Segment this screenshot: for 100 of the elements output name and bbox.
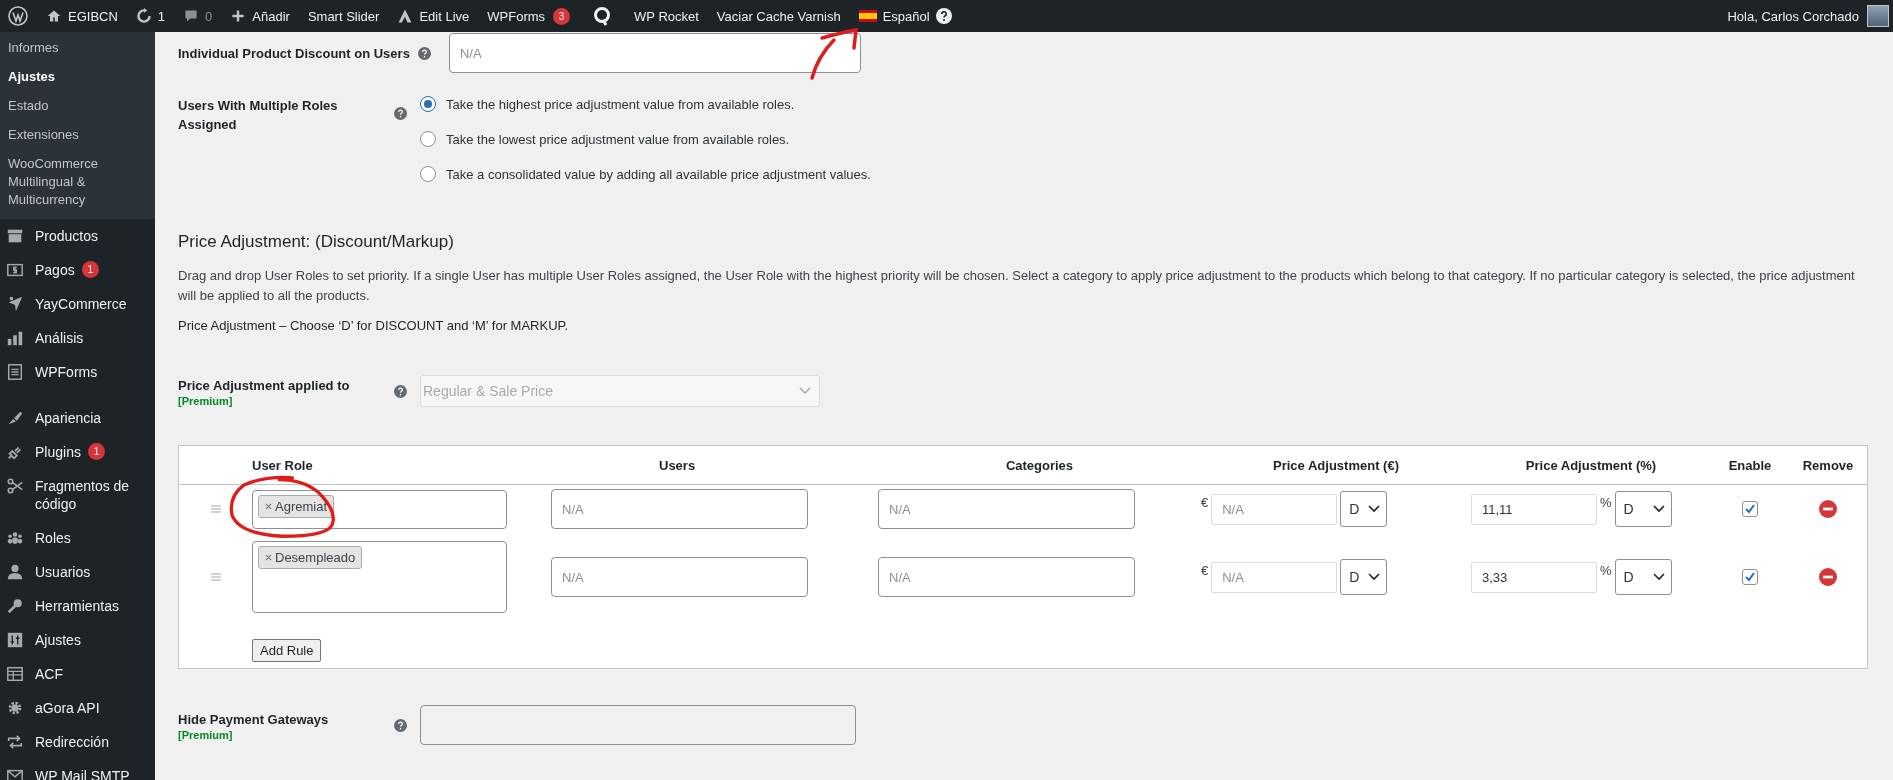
archive-icon — [6, 227, 24, 245]
menu-item[interactable]: Usuarios — [0, 555, 155, 589]
adjustment-type-select[interactable]: D — [1614, 491, 1672, 527]
flag-icon — [858, 10, 877, 22]
menu-item[interactable]: WPForms — [0, 355, 155, 389]
column-header: Categories — [1004, 457, 1075, 473]
star-icon — [6, 295, 24, 313]
toolbar-link[interactable]: Smart Slider — [307, 8, 380, 24]
updates-link[interactable]: 1 — [135, 8, 166, 24]
menu-item[interactable]: Redirección — [0, 725, 155, 759]
menu-item[interactable]: Herramientas — [0, 589, 155, 623]
menu-item[interactable]: Plugins 1 — [0, 435, 155, 469]
menu-item[interactable]: Apariencia — [0, 401, 155, 435]
menu-item[interactable]: aGora API — [0, 691, 155, 725]
bar-chart-icon — [6, 329, 24, 347]
menu-item[interactable]: Roles — [0, 521, 155, 555]
help-icon[interactable] — [394, 718, 407, 732]
submenu-item[interactable]: Informes — [0, 34, 155, 63]
menu-label: ACF — [35, 665, 63, 683]
brush-icon — [6, 409, 24, 427]
radio-label: Take the lowest price adjustment value from available roles. — [446, 131, 790, 147]
menu-item[interactable]: Ajustes — [0, 623, 155, 657]
avatar-placeholder[interactable] — [1867, 5, 1889, 27]
role-select-field[interactable]: Agremiat — [252, 489, 507, 529]
menu-label: Usuarios — [35, 563, 91, 581]
wordpress-logo-icon[interactable] — [8, 6, 28, 26]
drag-handle-icon[interactable] — [210, 573, 221, 581]
enable-checkbox[interactable] — [1742, 501, 1758, 517]
notification-count: 3 — [553, 7, 571, 25]
submenu-item[interactable]: Extensiones — [0, 121, 155, 150]
help-icon[interactable] — [394, 384, 407, 398]
radio-option[interactable]: Take the highest price adjustment value from available roles. — [420, 96, 1868, 112]
new-content-link[interactable]: Añadir — [230, 8, 290, 24]
submenu-item[interactable]: Ajustes — [0, 63, 155, 92]
refresh-icon — [135, 8, 152, 24]
percent-input[interactable]: 3,33 — [1471, 561, 1597, 593]
toolbar-link[interactable]: Vaciar Cache Varnish — [716, 8, 841, 24]
remove-tag-icon[interactable] — [265, 554, 272, 561]
edit-live-link[interactable]: Edit Live — [397, 8, 470, 24]
column-header: Price Adjustment (%) — [1524, 457, 1658, 473]
q-logo-icon[interactable] — [592, 6, 613, 26]
menu-label: Análisis — [35, 329, 84, 347]
toolbar-link[interactable]: WP Rocket — [634, 8, 699, 24]
menu-label: WPForms — [35, 363, 98, 381]
language-switcher[interactable]: Español — [858, 8, 952, 24]
group-icon — [6, 529, 24, 547]
role-tag[interactable]: Agremiat — [258, 494, 335, 518]
adjustment-note: Price Adjustment – Choose ‘D’ for DISCOUNT and ‘M’ for MARKUP. — [178, 318, 570, 333]
fixed-amount-input[interactable]: N/A — [1211, 561, 1338, 593]
user-greeting[interactable]: Hola, Carlos Corchado — [1727, 8, 1859, 24]
field-label: Hide Payment Gateways — [178, 710, 330, 729]
adjustment-type-select[interactable]: D — [1614, 559, 1672, 595]
users-field[interactable]: N/A — [551, 557, 808, 597]
remove-tag-icon[interactable] — [265, 502, 272, 510]
drag-handle-icon[interactable] — [210, 505, 221, 513]
column-header: Remove — [1801, 457, 1855, 473]
scissors-icon — [6, 477, 24, 495]
comments-link[interactable]: 0 — [183, 8, 213, 24]
menu-label: Ajustes — [35, 631, 81, 649]
remove-icon[interactable] — [1819, 500, 1837, 518]
add-rule-button[interactable]: Add Rule — [252, 639, 322, 662]
menu-item[interactable]: Pagos 1 — [0, 253, 155, 287]
menu-item[interactable]: Fragmentos de código — [0, 469, 155, 521]
adjustment-type-select[interactable]: D — [1340, 491, 1388, 527]
currency-symbol: € — [1201, 563, 1209, 578]
submenu-item[interactable]: Estado — [0, 92, 155, 121]
sliders-icon — [6, 631, 24, 649]
discount-input-field[interactable]: N/A — [448, 33, 861, 73]
radio-option[interactable]: Take a consolidated value by adding all available price adjustment values. — [420, 166, 1868, 182]
adjustment-type-select[interactable]: D — [1340, 559, 1388, 595]
radio-button[interactable] — [420, 96, 436, 112]
menu-label: Roles — [35, 529, 71, 547]
menu-item[interactable]: ACF — [0, 657, 155, 691]
table-icon — [6, 665, 24, 683]
menu-item[interactable]: Productos — [0, 219, 155, 253]
section-description: Drag and drop User Roles to set priority. If a single User has multiple User Roles assigned, the User Role with the highest priority will be chosen. Select a category to apply price adjustment to the products which belong to that category. If no particular category is selected, the price adjustment will be applied to all the products. — [178, 267, 1856, 305]
role-tag[interactable]: Desempleado — [258, 546, 363, 569]
wpforms-link[interactable]: WPForms 3 — [487, 7, 571, 25]
submenu-item[interactable]: WooCommerce Multilingual & Multicurrency — [0, 150, 155, 215]
role-select-field[interactable]: Desempleado — [252, 541, 507, 613]
radio-option[interactable]: Take the lowest price adjustment value from available roles. — [420, 131, 1868, 147]
categories-field[interactable]: N/A — [878, 489, 1135, 529]
menu-label: Herramientas — [35, 597, 120, 615]
radio-button[interactable] — [420, 166, 436, 182]
radio-button[interactable] — [420, 131, 436, 147]
remove-icon[interactable] — [1819, 568, 1837, 586]
home-icon — [46, 8, 62, 24]
users-field[interactable]: N/A — [551, 489, 808, 529]
help-icon[interactable] — [394, 107, 407, 120]
percent-input[interactable]: 11,11 — [1471, 493, 1597, 525]
categories-field[interactable]: N/A — [878, 557, 1135, 597]
menu-item[interactable]: YayCommerce — [0, 287, 155, 321]
enable-checkbox[interactable] — [1742, 569, 1758, 585]
field-label: Price Adjustment applied to — [178, 376, 351, 395]
fixed-amount-input[interactable]: N/A — [1211, 493, 1338, 525]
site-name-link[interactable]: EGIBCN — [46, 8, 118, 24]
percent-symbol: % — [1600, 495, 1612, 510]
menu-item[interactable]: Análisis — [0, 321, 155, 355]
help-icon[interactable] — [417, 46, 431, 60]
form-icon — [6, 363, 24, 381]
